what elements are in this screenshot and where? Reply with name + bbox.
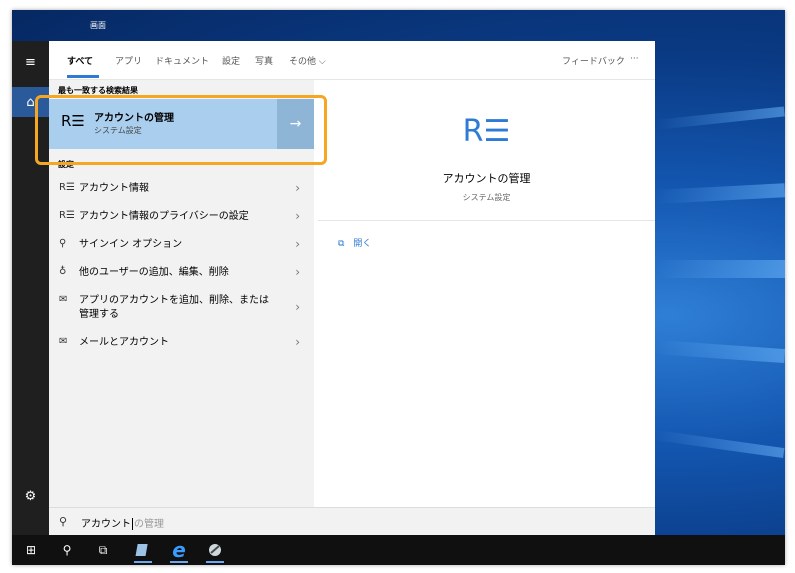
result-item-label: 他のユーザーの追加、編集、削除 bbox=[79, 267, 229, 278]
account-icon: R☰ bbox=[59, 182, 75, 193]
search-input[interactable]: アカウント の管理 bbox=[81, 515, 164, 530]
wallpaper-beam bbox=[655, 260, 785, 278]
active-app-indicator bbox=[134, 561, 152, 563]
tab-settings[interactable]: 設定 bbox=[222, 54, 240, 67]
active-app-indicator bbox=[170, 561, 188, 563]
result-item-label: アカウント情報 bbox=[79, 183, 149, 194]
account-icon: R☰ bbox=[462, 114, 511, 149]
tab-all[interactable]: すべて bbox=[67, 54, 93, 67]
app-glyph bbox=[135, 544, 148, 556]
person-icon: ♁ bbox=[59, 266, 67, 277]
active-app-indicator bbox=[206, 561, 224, 563]
result-item-label: アプリのアカウントを追加、削除、または管理する bbox=[79, 295, 269, 320]
result-item-label: サインイン オプション bbox=[79, 239, 183, 250]
chevron-right-icon: › bbox=[295, 209, 300, 223]
app-glyph bbox=[209, 544, 221, 556]
app-icon[interactable] bbox=[128, 535, 158, 565]
wallpaper-beam bbox=[654, 106, 785, 130]
wallpaper-beam bbox=[654, 183, 785, 204]
desktop-screen: 画面 ≡ ⌂ ⚙ すべて アプリ ドキュメント 設定 写真 その他 ⌵ フィード… bbox=[12, 10, 785, 565]
mail-icon: ✉ bbox=[59, 294, 68, 305]
tab-more[interactable]: その他 ⌵ bbox=[289, 54, 326, 67]
window-top-label: 画面 bbox=[90, 21, 106, 30]
text-caret bbox=[132, 518, 133, 530]
chevron-right-icon: › bbox=[295, 181, 300, 195]
menu-icon[interactable]: ≡ bbox=[12, 47, 49, 77]
chevron-right-icon: › bbox=[295, 300, 300, 314]
tab-more-label: その他 bbox=[289, 57, 317, 67]
search-box[interactable]: ⚲ アカウント の管理 bbox=[49, 507, 655, 536]
search-tabs: すべて アプリ ドキュメント 設定 写真 その他 ⌵ フィードバック ··· bbox=[49, 41, 655, 80]
tab-documents[interactable]: ドキュメント bbox=[155, 54, 209, 67]
result-item-label: アカウント情報のプライバシーの設定 bbox=[79, 211, 249, 222]
result-item-other-users[interactable]: ♁ 他のユーザーの追加、編集、削除 › bbox=[49, 260, 314, 286]
chevron-down-icon: ⌵ bbox=[318, 57, 326, 67]
windows-start-icon[interactable]: ⊞ bbox=[16, 535, 46, 565]
gear-icon[interactable]: ⚙ bbox=[12, 481, 49, 511]
search-icon[interactable]: ⚲ bbox=[52, 535, 82, 565]
result-item-app-accounts[interactable]: ✉ アプリのアカウントを追加、削除、または管理する › bbox=[49, 288, 314, 328]
edge-glyph: e bbox=[172, 538, 186, 562]
divider bbox=[318, 220, 655, 221]
result-item-label: メールとアカウント bbox=[79, 337, 169, 348]
app-icon[interactable] bbox=[200, 535, 230, 565]
open-label: 開く bbox=[353, 239, 372, 249]
wallpaper-beam bbox=[654, 340, 785, 364]
result-item-signin-options[interactable]: ⚲ サインイン オプション › bbox=[49, 232, 314, 258]
feedback-link[interactable]: フィードバック bbox=[562, 54, 625, 67]
tab-apps[interactable]: アプリ bbox=[115, 54, 142, 67]
tab-photos[interactable]: 写真 bbox=[255, 54, 273, 67]
chevron-right-icon: › bbox=[295, 265, 300, 279]
result-item-mail-accounts[interactable]: ✉ メールとアカウント › bbox=[49, 330, 314, 356]
highlight-frame bbox=[35, 95, 327, 165]
result-item-account-info[interactable]: R☰ アカウント情報 › bbox=[49, 176, 314, 202]
search-autocomplete-hint: の管理 bbox=[134, 519, 164, 530]
taskbar: ⊞ ⚲ ⧉ e bbox=[12, 535, 785, 565]
mail-icon: ✉ bbox=[59, 336, 68, 347]
open-button[interactable]: ⧉ 開く bbox=[338, 236, 371, 249]
preview-pane: R☰ アカウントの管理 システム設定 ⧉ 開く bbox=[318, 80, 655, 507]
tab-active-indicator bbox=[67, 75, 99, 78]
search-typed-text: アカウント bbox=[81, 519, 131, 530]
result-item-account-privacy[interactable]: R☰ アカウント情報のプライバシーの設定 › bbox=[49, 204, 314, 230]
chevron-right-icon: › bbox=[295, 335, 300, 349]
wallpaper-beam bbox=[654, 430, 785, 459]
more-options-button[interactable]: ··· bbox=[630, 54, 639, 64]
account-icon: R☰ bbox=[59, 210, 75, 221]
edge-browser-icon[interactable]: e bbox=[164, 535, 194, 565]
task-view-icon[interactable]: ⧉ bbox=[88, 535, 118, 565]
key-icon: ⚲ bbox=[59, 238, 67, 249]
preview-subtitle: システム設定 bbox=[462, 193, 511, 202]
chevron-right-icon: › bbox=[295, 237, 300, 251]
open-icon: ⧉ bbox=[338, 239, 345, 249]
preview-title: アカウントの管理 bbox=[442, 172, 531, 185]
search-icon: ⚲ bbox=[59, 515, 68, 528]
